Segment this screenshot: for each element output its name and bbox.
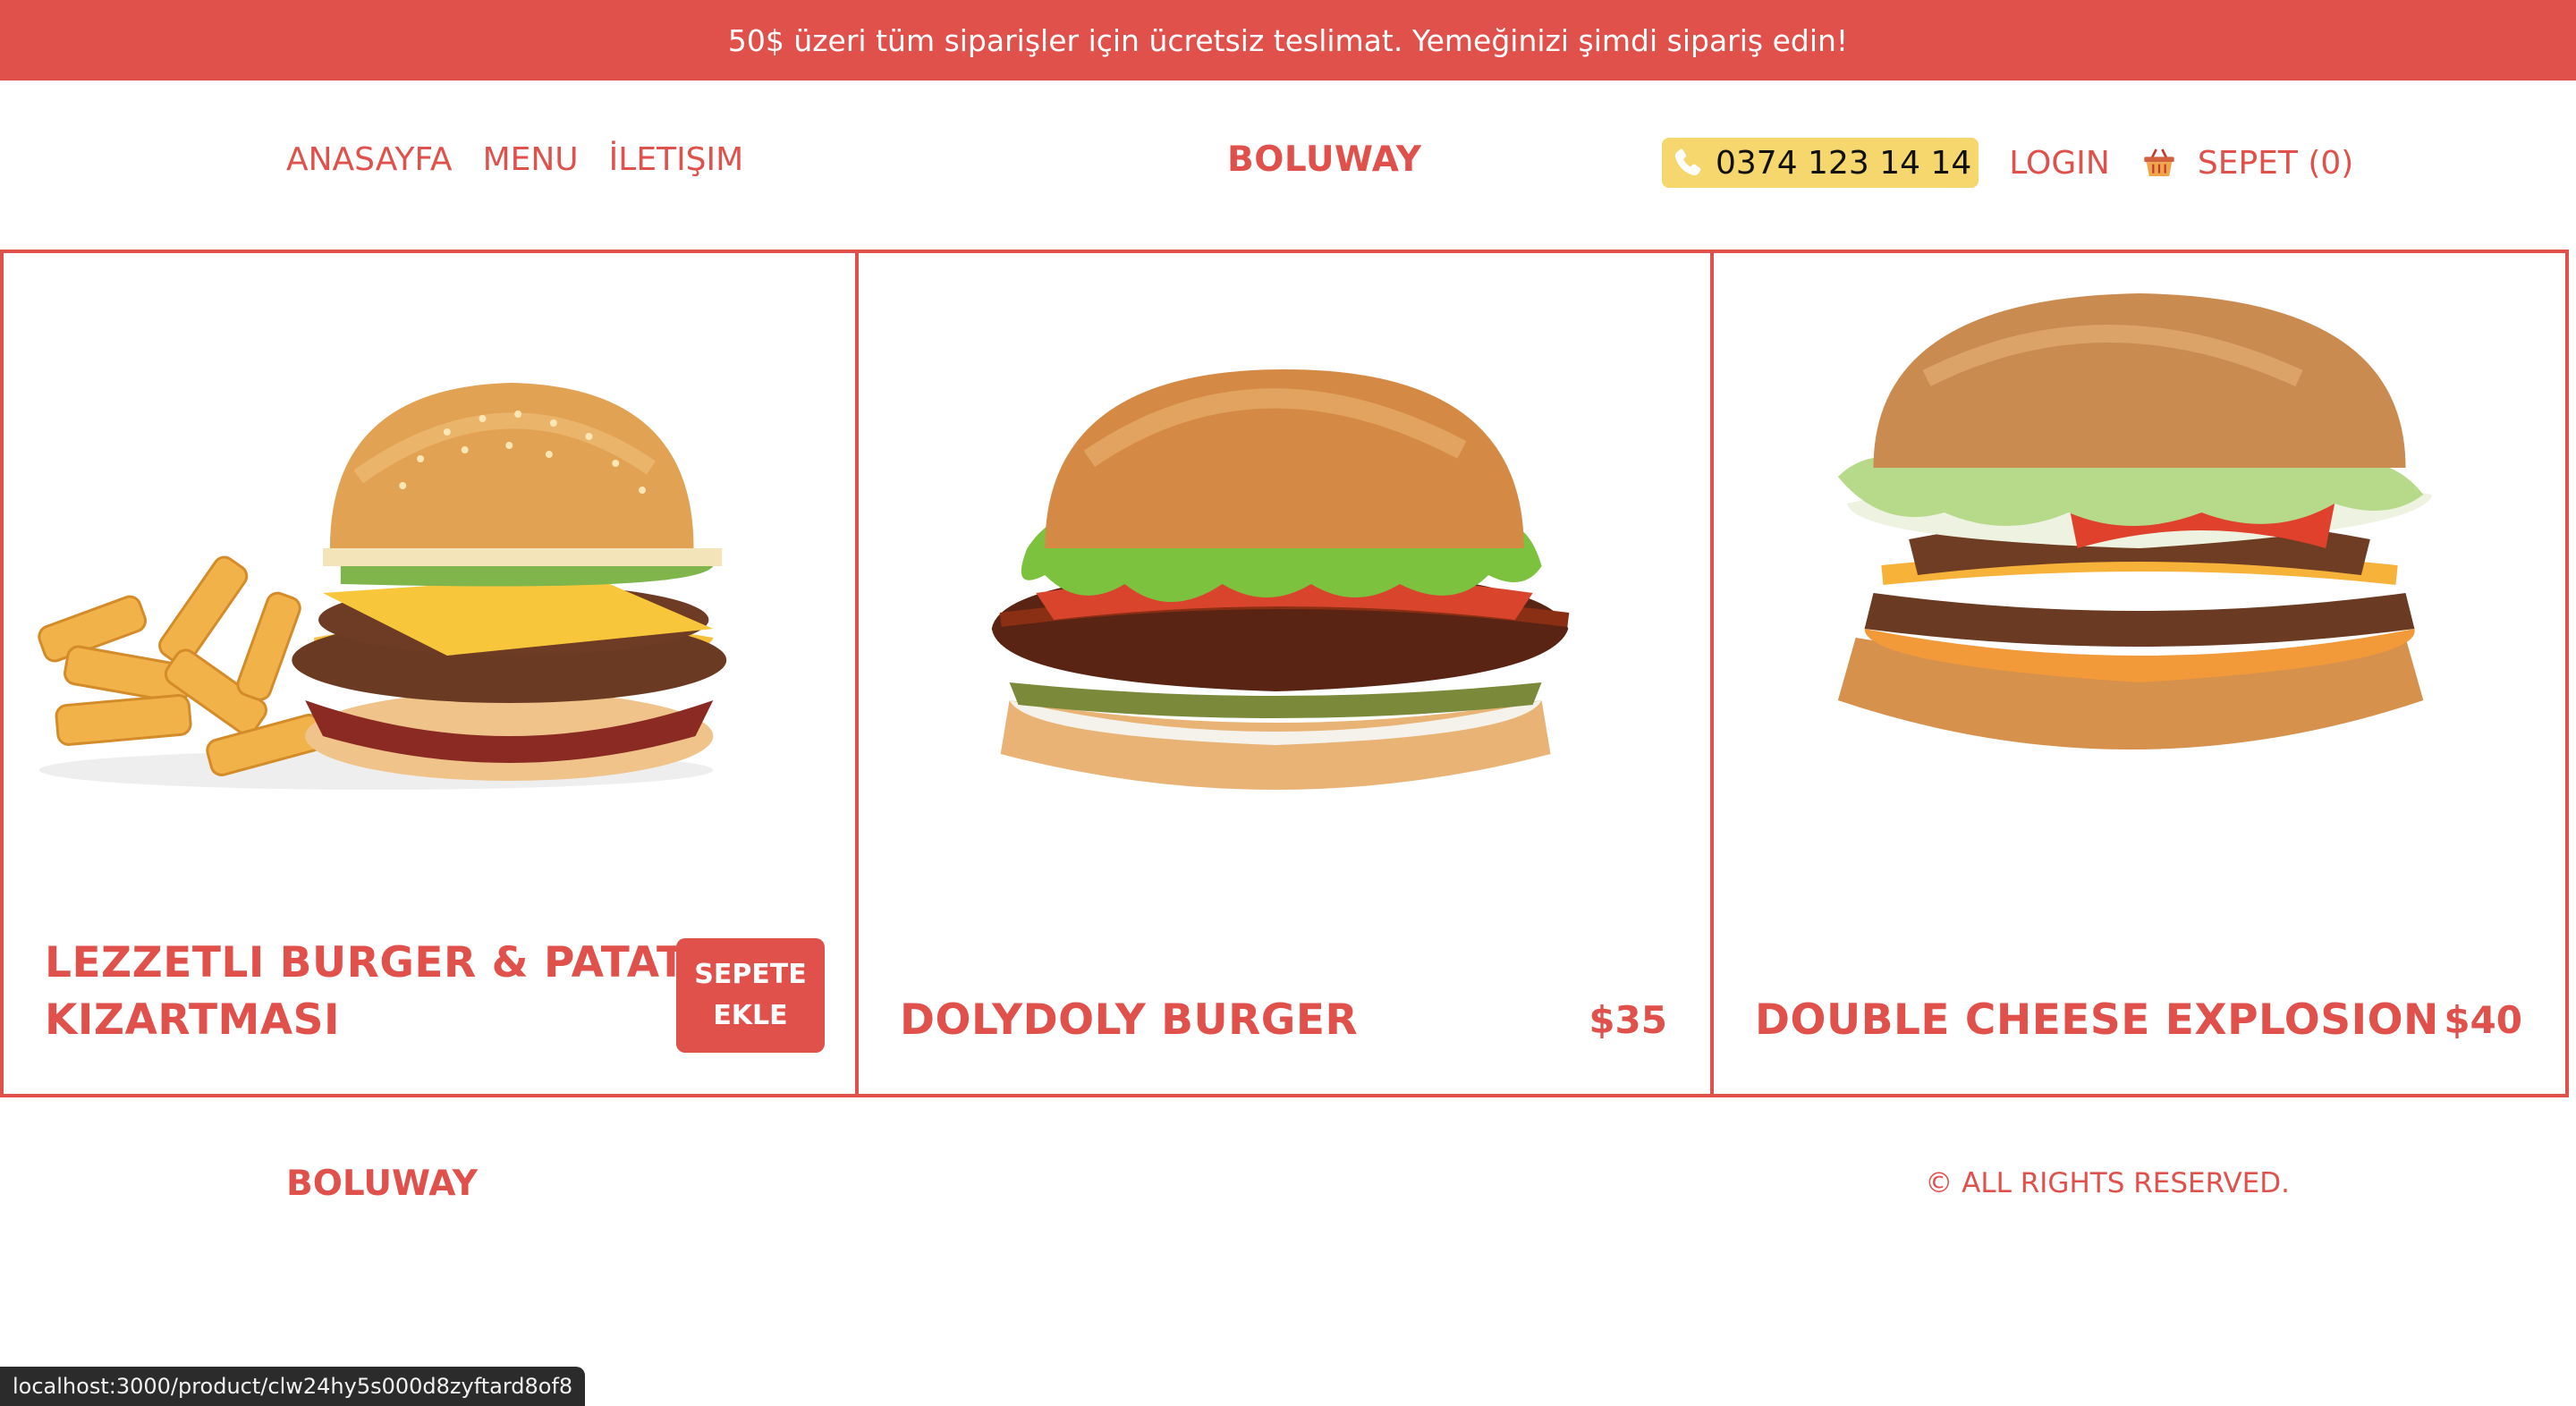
- product-title[interactable]: LEZZETLI BURGER & PATATES KIZARTMASI: [45, 935, 745, 1049]
- nav-home-link[interactable]: ANASAYFA: [286, 141, 453, 178]
- promo-banner: 50$ üzeri tüm siparişler için ücretsiz t…: [0, 0, 2576, 80]
- cart-label: SEPET (0): [2197, 144, 2354, 182]
- product-title[interactable]: DOLYDOLY BURGER: [900, 992, 1358, 1049]
- footer-copyright: © ALL RIGHTS RESERVED.: [1925, 1167, 2290, 1199]
- add-to-cart-label-line-1: SEPETE: [694, 959, 807, 990]
- product-price: $40: [2444, 998, 2522, 1042]
- product-card[interactable]: DOLYDOLY BURGER $35: [855, 250, 1714, 1097]
- nav-contact-link[interactable]: İLETIŞIM: [609, 141, 744, 178]
- login-link[interactable]: LOGIN: [2009, 145, 2110, 182]
- product-image-dolydoly-burger[interactable]: [859, 253, 1710, 897]
- product-card[interactable]: LEZZETLI BURGER & PATATES KIZARTMASI SEP…: [0, 250, 859, 1097]
- phone-badge[interactable]: 0374 123 14 14: [1662, 138, 1979, 188]
- product-price: $35: [1589, 998, 1667, 1042]
- cart-link[interactable]: SEPET (0): [2140, 145, 2353, 182]
- phone-icon: [1674, 148, 1701, 176]
- footer-logo[interactable]: BOLUWAY: [286, 1164, 478, 1204]
- site-header: ANASAYFA MENU İLETIŞIM BOLUWAY 0374 123 …: [0, 80, 2576, 250]
- product-image-burger-fries[interactable]: [4, 253, 855, 897]
- basket-icon: [2144, 148, 2174, 176]
- product-title-line-2: KIZARTMASI: [45, 995, 340, 1045]
- product-title-line-1: LEZZETLI BURGER & PATATES: [45, 938, 746, 987]
- product-card[interactable]: DOUBLE CHEESE EXPLOSION $40: [1710, 250, 2569, 1097]
- product-grid: LEZZETLI BURGER & PATATES KIZARTMASI SEP…: [0, 250, 2576, 1097]
- product-title[interactable]: DOUBLE CHEESE EXPLOSION: [1755, 992, 2439, 1049]
- header-actions: 0374 123 14 14 LOGIN SEPET (0): [1662, 138, 2353, 188]
- site-logo[interactable]: BOLUWAY: [1227, 140, 1421, 180]
- browser-status-url: localhost:3000/product/clw24hy5s000d8zyf…: [0, 1367, 586, 1406]
- phone-number: 0374 123 14 14: [1716, 144, 1972, 182]
- status-url-text: localhost:3000/product/clw24hy5s000d8zyf…: [13, 1374, 573, 1399]
- main-nav: ANASAYFA MENU İLETIŞIM: [286, 141, 743, 178]
- site-footer: BOLUWAY © ALL RIGHTS RESERVED.: [0, 1097, 2576, 1276]
- add-to-cart-button[interactable]: SEPETE EKLE: [676, 938, 825, 1053]
- add-to-cart-label-line-2: EKLE: [713, 1000, 788, 1031]
- nav-menu-link[interactable]: MENU: [483, 141, 579, 178]
- promo-text: 50$ üzeri tüm siparişler için ücretsiz t…: [727, 22, 1849, 58]
- product-image-double-cheese-explosion[interactable]: [1714, 253, 2565, 897]
